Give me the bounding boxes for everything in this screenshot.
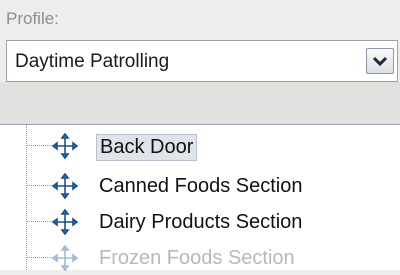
profile-label: Profile: [6, 9, 59, 28]
tree-item-label: Back Door [96, 134, 198, 161]
tree-connector [26, 185, 52, 186]
preset-tree[interactable]: Back Door Canned Foods Section Dairy Pro… [0, 124, 400, 271]
tree-item[interactable]: Dairy Products Section [0, 205, 400, 239]
move-arrows-icon [52, 173, 78, 199]
chevron-down-icon [372, 56, 388, 67]
tree-item-label: Dairy Products Section [99, 211, 303, 233]
toolbar-band [0, 82, 400, 124]
tree-item[interactable]: Frozen Foods Section [0, 241, 400, 275]
tree-item-label: Canned Foods Section [99, 175, 303, 197]
tree-connector [26, 221, 52, 222]
move-arrows-icon [52, 209, 78, 235]
profile-dropdown-value: Daytime Patrolling [15, 51, 170, 72]
tree-connector [26, 257, 52, 258]
move-arrows-icon [52, 245, 78, 271]
dropdown-button[interactable] [366, 48, 394, 74]
move-arrows-icon [52, 133, 78, 159]
profile-dropdown[interactable]: Daytime Patrolling [6, 40, 398, 82]
tree-item-label: Frozen Foods Section [99, 247, 295, 269]
tree-item[interactable]: Back Door [0, 129, 400, 163]
tree-item[interactable]: Canned Foods Section [0, 169, 400, 203]
tree-connector [26, 145, 52, 146]
